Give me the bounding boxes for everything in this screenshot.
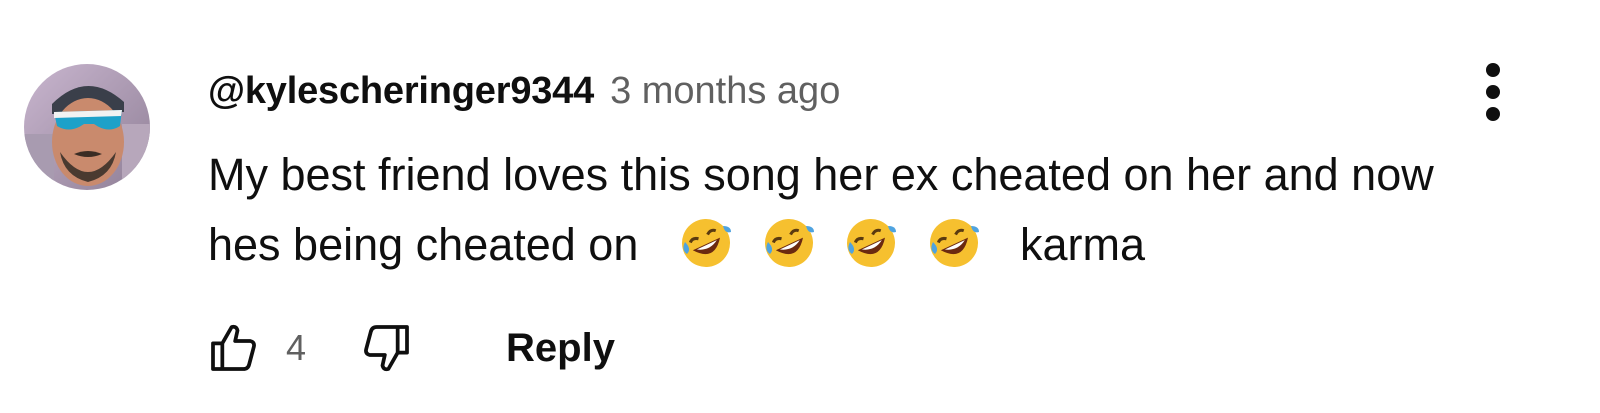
comment-text-line2: hes being cheated on <box>208 219 639 270</box>
like-count: 4 <box>286 327 307 368</box>
comment-menu-button[interactable] <box>1466 60 1520 124</box>
rolling-laughing-emoji-icon <box>762 216 816 270</box>
comment-header: @kylescheringer9344 3 months ago <box>208 70 840 120</box>
more-vert-icon <box>1486 63 1500 121</box>
rolling-laughing-emoji-icon <box>927 216 981 270</box>
thumb-up-icon <box>211 324 256 371</box>
rolling-laughing-emoji-icon <box>679 216 733 270</box>
author-name[interactable]: @kylescheringer9344 <box>208 70 594 113</box>
comment-actions: 4 Reply <box>204 318 615 378</box>
like-button[interactable] <box>204 318 264 378</box>
thumb-down-icon <box>364 325 409 372</box>
comment-text-suffix: karma <box>1019 219 1145 270</box>
comment-timestamp[interactable]: 3 months ago <box>610 70 840 113</box>
reply-button[interactable]: Reply <box>506 326 615 371</box>
comment-text: My best friend loves this song her ex ch… <box>208 140 1548 280</box>
rolling-laughing-emoji-icon <box>844 216 898 270</box>
comment-text-line1: My best friend loves this song her ex ch… <box>208 149 1434 200</box>
avatar[interactable] <box>24 64 150 190</box>
dislike-button[interactable] <box>356 318 416 378</box>
